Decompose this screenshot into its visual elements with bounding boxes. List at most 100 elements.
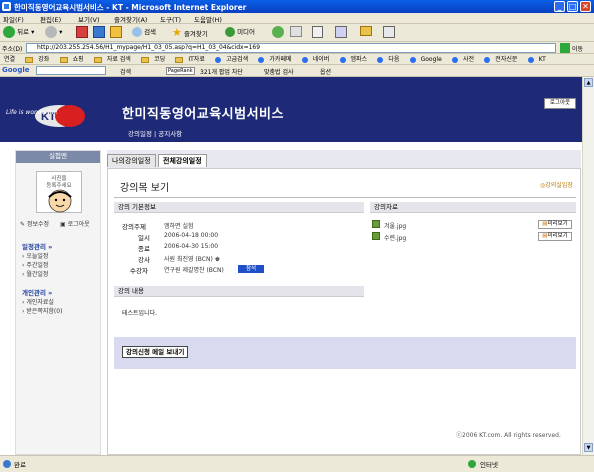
field-value-instructor: 사원 최진영 (BCN) ♚ — [164, 256, 221, 263]
link-item[interactable]: 엠파스 — [336, 56, 367, 63]
back-button[interactable]: 뒤로 ▾ — [3, 26, 34, 39]
folder-icon — [25, 56, 34, 63]
maximize-icon[interactable]: □ — [567, 1, 578, 12]
spellcheck-button[interactable]: 맞춤법 검사 — [264, 67, 294, 76]
scroll-down-icon[interactable]: ▼ — [584, 443, 593, 452]
schedule-month-link[interactable]: › 월간일정 — [22, 269, 48, 278]
folder-icon — [59, 56, 68, 63]
tab-all-schedule[interactable]: 전체강의일정 — [158, 154, 207, 167]
ie-link-icon — [215, 56, 222, 63]
link-item[interactable]: 고급검색 — [211, 56, 248, 63]
link-item[interactable]: Google — [406, 56, 442, 63]
left-panel: 실험맨 사진을 등록주세요 ✎ 정보수정 ▣ 로그아웃 일정관리 » › 오늘일… — [15, 150, 101, 455]
link-item[interactable]: 가카페메 — [254, 56, 292, 63]
link-item[interactable]: 전자신문 — [480, 56, 517, 63]
address-input[interactable]: http://203.255.254.56/H1_mypage/H1_03_05… — [26, 43, 556, 53]
link-item[interactable]: 코딩 — [137, 56, 165, 63]
forward-arrow-icon — [45, 26, 57, 38]
instructor-icon: ♚ — [214, 256, 221, 263]
field-label-end: 종료 — [138, 245, 150, 253]
edit-icon[interactable] — [335, 26, 347, 38]
send-application-mail-button[interactable]: 강의신청 메일 보내기 — [122, 346, 189, 358]
vertical-scrollbar[interactable]: ▲ ▼ — [582, 77, 594, 455]
field-label-student: 수강자 — [130, 267, 148, 275]
field-label-instructor: 강사 — [138, 256, 150, 264]
pagerank-icon: PageRank — [166, 67, 195, 75]
material-file-name[interactable]: 수련.jpg — [384, 233, 406, 242]
link-item[interactable]: 자료 검색 — [90, 56, 131, 63]
close-icon[interactable]: ✕ — [580, 1, 591, 12]
field-label-topic: 강의주제 — [122, 223, 146, 231]
field-value-date: 2006-04-18 00:00 — [164, 232, 219, 239]
schedule-section-title[interactable]: 일정관리 » — [22, 241, 52, 251]
ie-icon — [2, 2, 11, 11]
back-arrow-icon — [3, 26, 15, 38]
field-value-end: 2006-04-30 15:00 — [164, 243, 219, 250]
menu-favorites[interactable]: 즐겨찾기(A) — [114, 14, 147, 24]
globe-icon — [468, 460, 476, 468]
forward-button[interactable]: ▾ — [45, 26, 62, 39]
link-item[interactable]: 다음 — [373, 56, 399, 63]
menu-file[interactable]: 파일(F) — [3, 14, 24, 24]
folder-icon[interactable] — [360, 26, 372, 36]
go-icon[interactable] — [560, 43, 570, 53]
user-name: 실험맨 — [16, 151, 100, 163]
stop-icon[interactable] — [76, 26, 88, 38]
google-search-button[interactable]: 검색 — [120, 67, 131, 76]
material-file-name[interactable]: 겨울.jpg — [384, 221, 406, 230]
window-title: 한미직동영어교육시범서비스 - KT - Microsoft Internet … — [14, 3, 247, 12]
home-icon[interactable] — [110, 26, 122, 38]
google-search-input[interactable] — [36, 66, 106, 75]
messenger-icon[interactable] — [383, 26, 395, 38]
minimize-icon[interactable]: _ — [554, 1, 565, 12]
inbox-link[interactable]: › 받은쪽지함(0) — [22, 306, 62, 315]
avatar[interactable]: 사진을 등록주세요 — [36, 171, 82, 213]
link-item[interactable]: 네이버 — [298, 56, 329, 63]
refresh-icon[interactable] — [93, 26, 105, 38]
image-file-icon — [372, 220, 380, 228]
tab-my-schedule[interactable]: 나의강의일정 — [107, 154, 156, 167]
schedule-today-link[interactable]: › 오늘일정 — [22, 251, 48, 260]
link-item[interactable]: IT자료 — [171, 56, 205, 63]
status-bar: 완료 인터넷 — [0, 455, 594, 472]
avatar-face-icon — [48, 189, 72, 213]
media-button[interactable]: 미디어 — [225, 26, 255, 39]
preview-button[interactable]: ▤미리보기 — [538, 220, 572, 229]
address-bar: 주소(D) http://203.255.254.56/H1_mypage/H1… — [0, 42, 594, 54]
search-button[interactable]: 검색 — [132, 26, 156, 39]
site-title: 한미직동영어교육시범서비스 — [122, 107, 284, 122]
link-item[interactable]: 강좌 — [21, 56, 49, 63]
links-bar: 연결 강좌 쇼핑 자료 검색 코딩 IT자료 고급검색 가카페메 네이버 엠파스… — [0, 54, 594, 65]
history-icon[interactable] — [272, 26, 284, 38]
folder-icon — [93, 56, 102, 63]
enter-classroom-button[interactable]: ◎강의실입장 — [540, 180, 573, 189]
popup-blocked[interactable]: 321개 팝업 차단 — [200, 67, 243, 76]
link-item[interactable]: KT — [524, 56, 546, 63]
info-edit-link[interactable]: ✎ 정보수정 — [20, 219, 49, 228]
lecture-content-text: 테스트입니다. — [122, 310, 158, 317]
status-badge: 참석 — [238, 265, 264, 273]
link-item[interactable]: 사전 — [448, 56, 474, 63]
print-icon[interactable] — [312, 26, 323, 38]
lecture-panel: 강의목 보기 ◎강의실입장 강의 기본정보 강의자료 강의주제 엠하면 실험 일… — [107, 168, 581, 455]
mail-icon[interactable] — [290, 26, 302, 37]
scroll-up-icon[interactable]: ▲ — [584, 78, 593, 87]
link-item[interactable]: 쇼핑 — [56, 56, 84, 63]
menu-help[interactable]: 도움말(H) — [194, 14, 222, 24]
header-logout-button[interactable]: 로그아웃 — [544, 98, 576, 109]
preview-button[interactable]: ▤미리보기 — [538, 232, 572, 241]
sub-navigation[interactable]: 강의일정 | 공지사항 — [128, 128, 182, 138]
page-icon — [3, 460, 11, 468]
menu-edit[interactable]: 편집(E) — [40, 14, 61, 24]
menu-tools[interactable]: 도구(T) — [160, 14, 181, 24]
go-button[interactable]: 이동 — [572, 44, 583, 53]
schedule-week-link[interactable]: › 주간일정 — [22, 260, 48, 269]
divider — [114, 197, 576, 198]
personal-files-link[interactable]: › 개인자료실 — [22, 297, 54, 306]
favorites-button[interactable]: ★ 즐겨찾기 — [172, 26, 208, 39]
menu-view[interactable]: 보기(V) — [78, 14, 99, 24]
left-logout-link[interactable]: ▣ 로그아웃 — [60, 219, 90, 228]
personal-section-title[interactable]: 개인관리 » — [22, 287, 52, 297]
options-button[interactable]: 옵션 — [320, 67, 331, 76]
page-title: 강의목 보기 — [120, 183, 170, 194]
